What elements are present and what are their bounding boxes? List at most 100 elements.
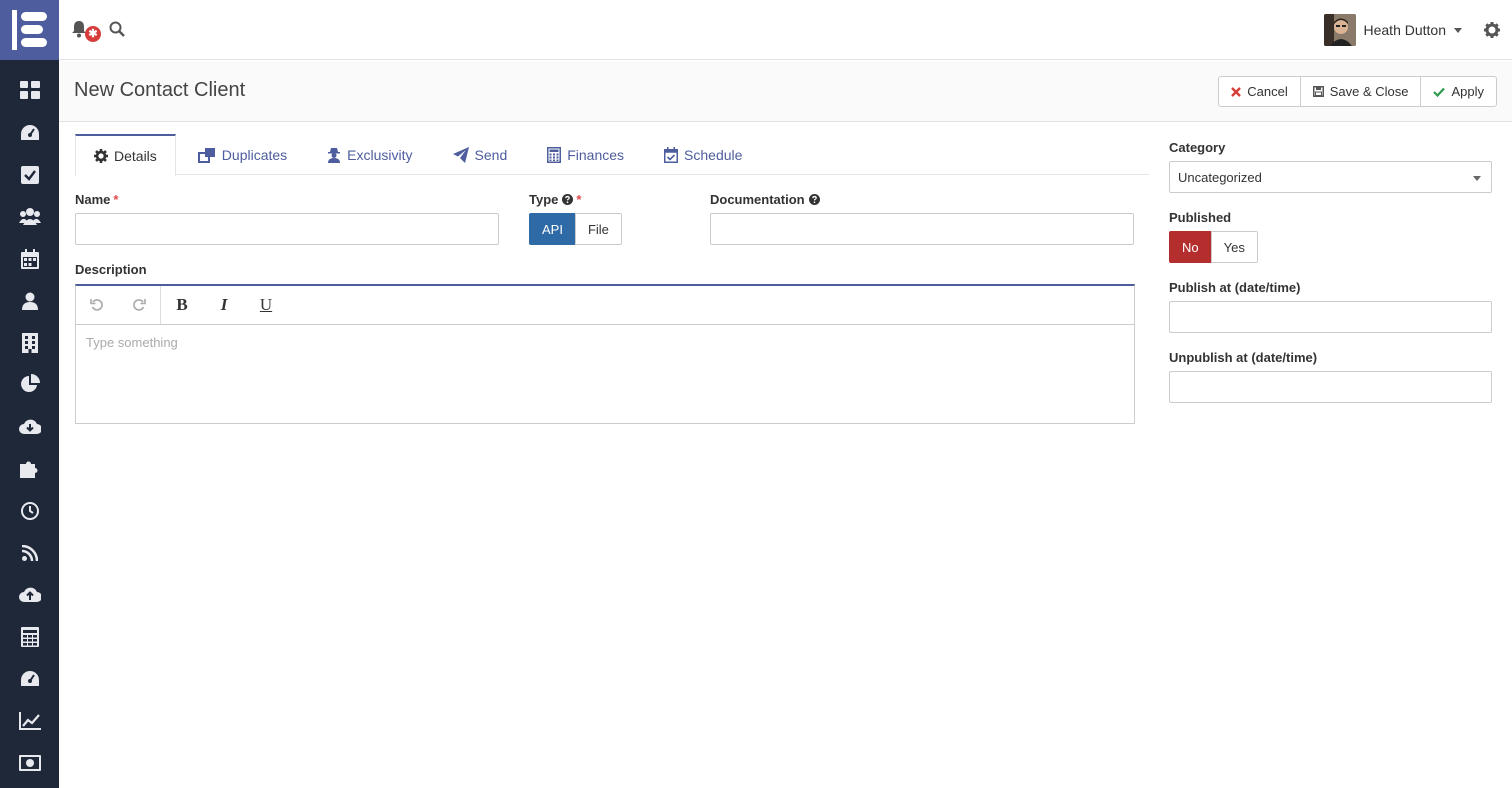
apply-button[interactable]: Apply [1420, 76, 1497, 107]
gear-icon [94, 148, 108, 163]
published-label-text: Published [1169, 210, 1232, 225]
unpublish-at-label: Unpublish at (date/time) [1169, 350, 1317, 365]
name-label: Name * [75, 192, 118, 207]
category-select[interactable]: Uncategorized [1169, 161, 1492, 193]
name-input[interactable] [75, 213, 499, 245]
unpublish-at-input[interactable] [1169, 371, 1492, 403]
name-label-text: Name [75, 192, 111, 207]
redo-button[interactable] [118, 286, 160, 324]
calendar-check-icon [664, 146, 679, 163]
documentation-input[interactable] [710, 213, 1134, 245]
user-secret-icon [328, 147, 341, 163]
bold-button[interactable]: B [161, 286, 203, 324]
caret-down-icon [1473, 176, 1481, 181]
tab-label: Exclusivity [347, 146, 413, 163]
gear-icon [1484, 22, 1500, 38]
description-label: Description [75, 262, 147, 277]
notifications-button[interactable]: ✱ [71, 14, 101, 42]
tab-duplicates[interactable]: Duplicates [180, 134, 305, 175]
gauge-icon [20, 671, 39, 686]
nav-tasks[interactable] [0, 160, 59, 190]
nav-analytics[interactable] [0, 706, 59, 736]
underline-button[interactable]: U [245, 286, 287, 324]
publish-at-input[interactable] [1169, 301, 1492, 333]
save-close-button[interactable]: Save & Close [1299, 76, 1422, 107]
action-buttons: Cancel Save & Close Apply [1218, 76, 1497, 107]
tab-exclusivity[interactable]: Exclusivity [309, 134, 430, 175]
tab-label: Details [114, 147, 157, 164]
required-mark: * [113, 192, 119, 207]
tab-finances[interactable]: Finances [529, 134, 642, 175]
nav-feeds[interactable] [0, 538, 59, 568]
dashboard-icon [19, 81, 40, 99]
user-name: Heath Dutton [1363, 22, 1447, 38]
check-square-icon [20, 166, 39, 184]
cloud-upload-icon [18, 587, 41, 602]
close-icon [1231, 86, 1242, 97]
nav-contacts[interactable] [0, 286, 59, 316]
type-option-file[interactable]: File [574, 213, 622, 245]
nav-reports[interactable] [0, 369, 59, 399]
type-label-text: Type [529, 192, 559, 207]
settings-button[interactable] [1484, 22, 1500, 38]
users-icon [18, 208, 41, 225]
tab-schedule[interactable]: Schedule [646, 134, 760, 175]
nav-exports[interactable] [0, 579, 59, 609]
cancel-button[interactable]: Cancel [1218, 76, 1301, 107]
type-option-api[interactable]: API [529, 213, 576, 245]
user-icon [21, 292, 38, 310]
paper-plane-icon [452, 146, 469, 163]
redo-icon [133, 299, 146, 311]
avatar-image [1323, 14, 1356, 46]
tab-label: Send [474, 146, 508, 163]
documentation-label-text: Documentation [710, 192, 805, 207]
published-option-no[interactable]: No [1169, 231, 1212, 263]
editor-content[interactable]: Type something [76, 325, 1134, 360]
type-toggle: API File [529, 213, 622, 245]
undo-button[interactable] [76, 286, 118, 324]
rss-icon [21, 545, 38, 561]
user-menu[interactable]: Heath Dutton [1323, 14, 1462, 46]
search-button[interactable] [109, 21, 127, 39]
nav-tables[interactable] [0, 622, 59, 652]
table-icon [20, 627, 39, 647]
question-circle-icon[interactable] [808, 194, 820, 205]
top-bar: ✱ Heath Dutton [59, 0, 1512, 60]
description-editor: B I U Type something [75, 284, 1135, 424]
nav-companies[interactable] [0, 328, 59, 358]
tab-details[interactable]: Details [75, 134, 176, 176]
form-tabs: Details Duplicates Exclusivity Send Fina… [75, 134, 1149, 176]
description-label-text: Description [75, 262, 147, 277]
italic-button[interactable]: I [203, 286, 245, 324]
puzzle-icon [19, 461, 37, 478]
nav-revenue[interactable] [0, 748, 59, 778]
notification-badge: ✱ [85, 26, 101, 42]
save-close-label: Save & Close [1329, 84, 1409, 99]
nav-history[interactable] [0, 496, 59, 526]
undo-icon [90, 299, 103, 311]
published-option-yes[interactable]: Yes [1210, 231, 1258, 263]
tab-send[interactable]: Send [435, 134, 526, 175]
nav-points[interactable] [0, 118, 59, 148]
nav-plugins[interactable] [0, 453, 59, 483]
question-circle-icon[interactable] [562, 194, 574, 205]
required-mark: * [576, 192, 582, 207]
logo-icon [12, 10, 47, 50]
check-icon [1433, 87, 1446, 97]
nav-calendar[interactable] [0, 244, 59, 274]
nav-dashboard[interactable] [0, 75, 59, 105]
published-label: Published [1169, 210, 1231, 225]
calculator-icon [547, 146, 562, 163]
line-chart-icon [18, 712, 41, 730]
nav-imports[interactable] [0, 411, 59, 441]
logo[interactable] [0, 0, 59, 60]
left-sidebar [0, 0, 59, 788]
chevron-down-icon [1454, 27, 1462, 33]
nav-scoring[interactable] [0, 664, 59, 694]
editor-toolbar: B I U [76, 286, 1134, 325]
search-icon [109, 21, 125, 37]
tachometer-icon [20, 125, 39, 140]
unpublish-at-label-text: Unpublish at (date/time) [1169, 350, 1318, 365]
nav-segments[interactable] [0, 201, 59, 231]
building-icon [21, 333, 38, 353]
